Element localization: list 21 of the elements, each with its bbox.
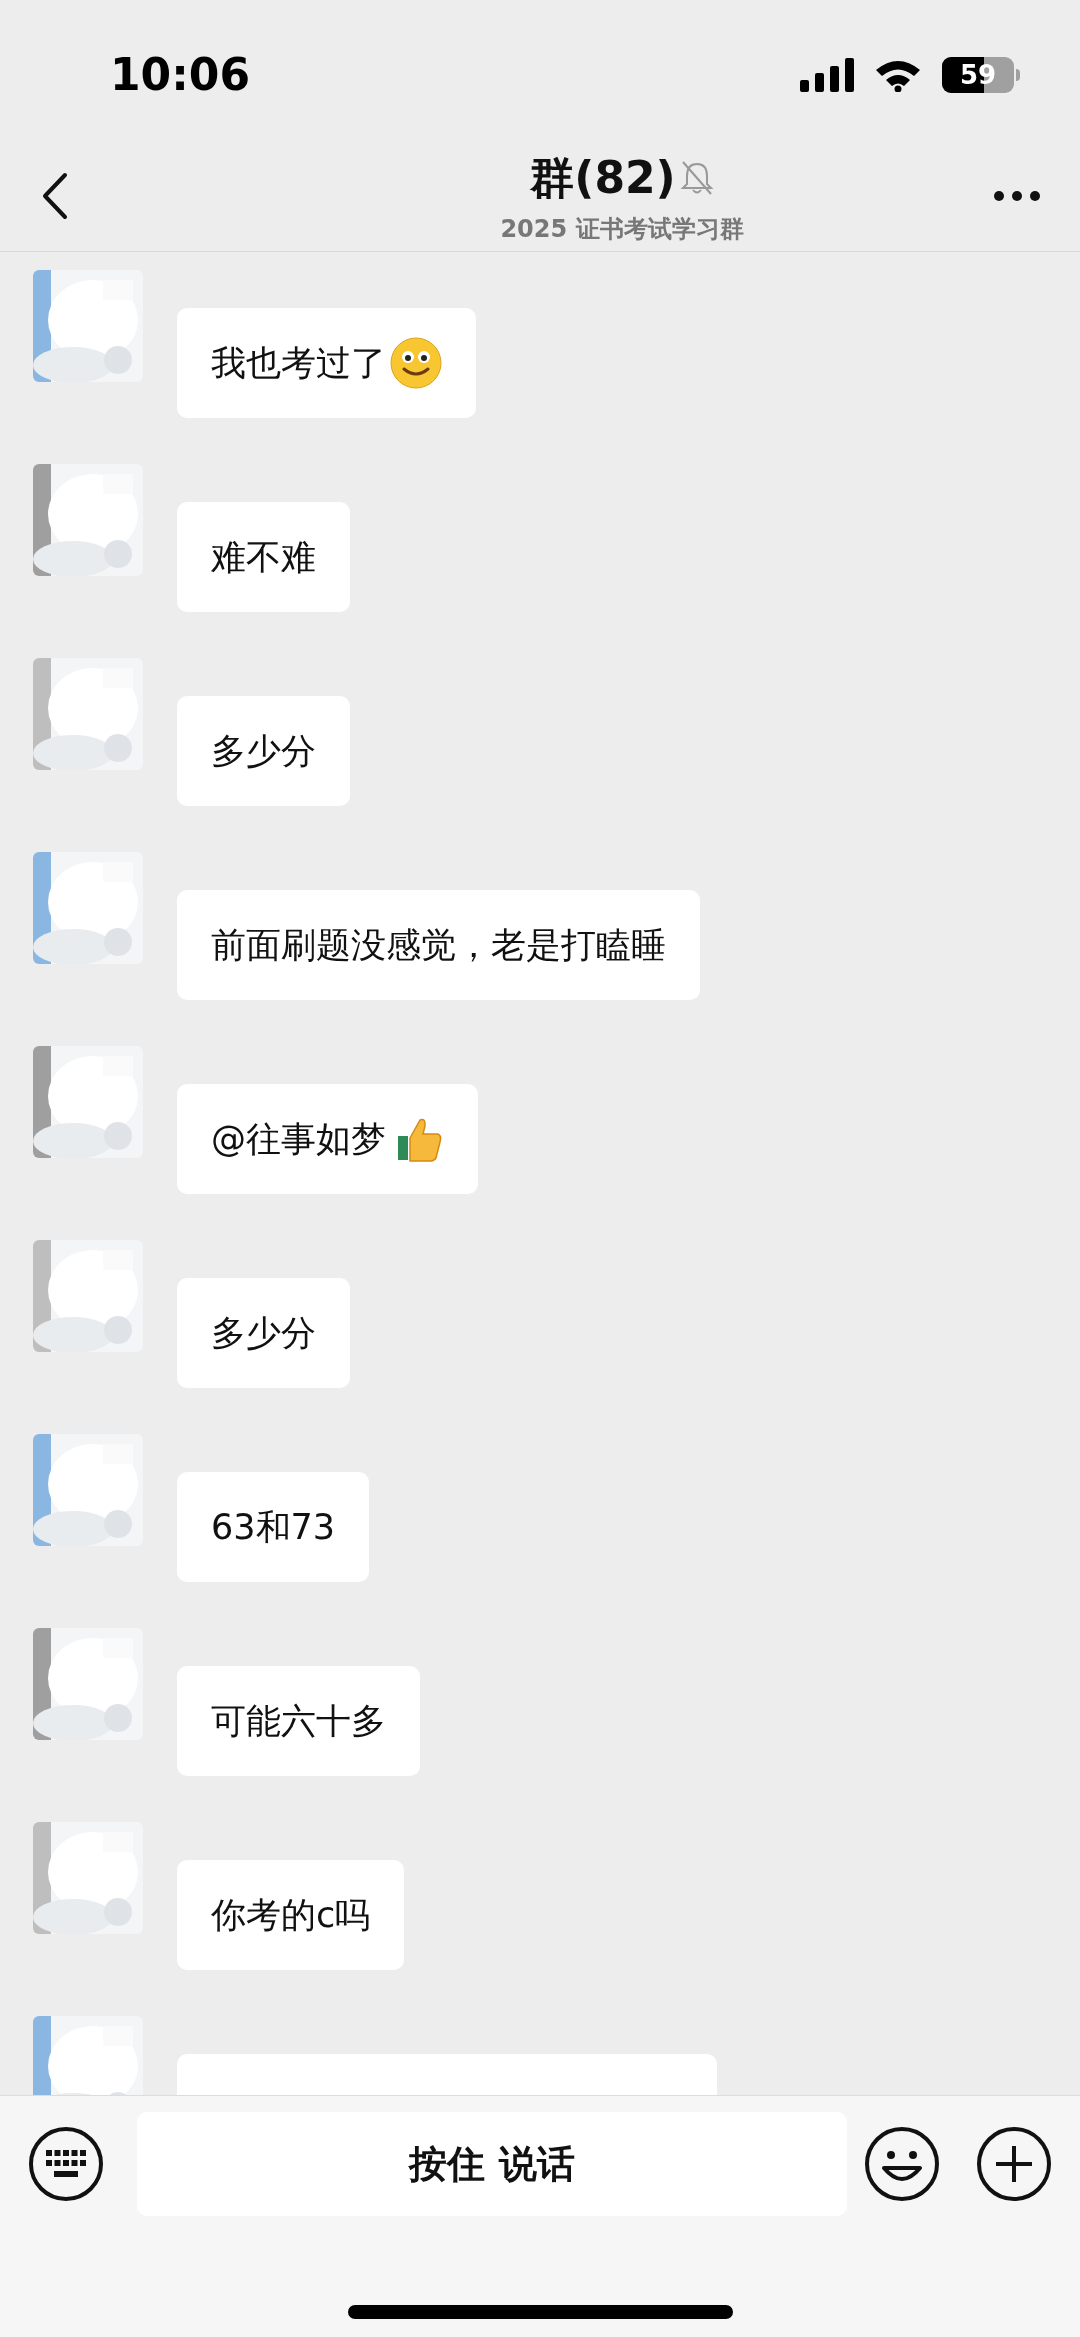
wifi-icon — [874, 58, 922, 92]
plus-icon[interactable] — [976, 2126, 1052, 2202]
message-bubble: 63和73 — [177, 1472, 370, 1582]
message-bubble: 你考的c吗 — [177, 1860, 405, 1970]
message-bubble: 多少分 — [177, 1278, 350, 1388]
status-time: 10:06 — [110, 48, 251, 102]
hold-to-talk-button[interactable]: 按住 说话 — [137, 2112, 847, 2216]
keyboard-icon[interactable] — [28, 2126, 104, 2202]
signal-icon — [800, 58, 854, 92]
message-bubble: 多少分 — [177, 696, 350, 806]
message-bubble: 前面刷题没感觉，老是打瞌睡 — [177, 890, 700, 1000]
message-bubble: 我也考过了 — [177, 308, 476, 418]
smiley-icon — [390, 337, 442, 389]
message-bubble: @往事如梦 — [177, 1084, 478, 1194]
chat-subtitle: 2025 证书考试学习群 — [500, 213, 744, 245]
emoji-icon[interactable] — [864, 2126, 940, 2202]
message-bubble: 可能六十多 — [177, 1666, 420, 1776]
chat-title: 群(82) — [530, 150, 676, 205]
message-bubble: 难不难 — [177, 502, 350, 612]
more-icon[interactable] — [994, 190, 1040, 201]
back-icon[interactable] — [40, 171, 70, 220]
